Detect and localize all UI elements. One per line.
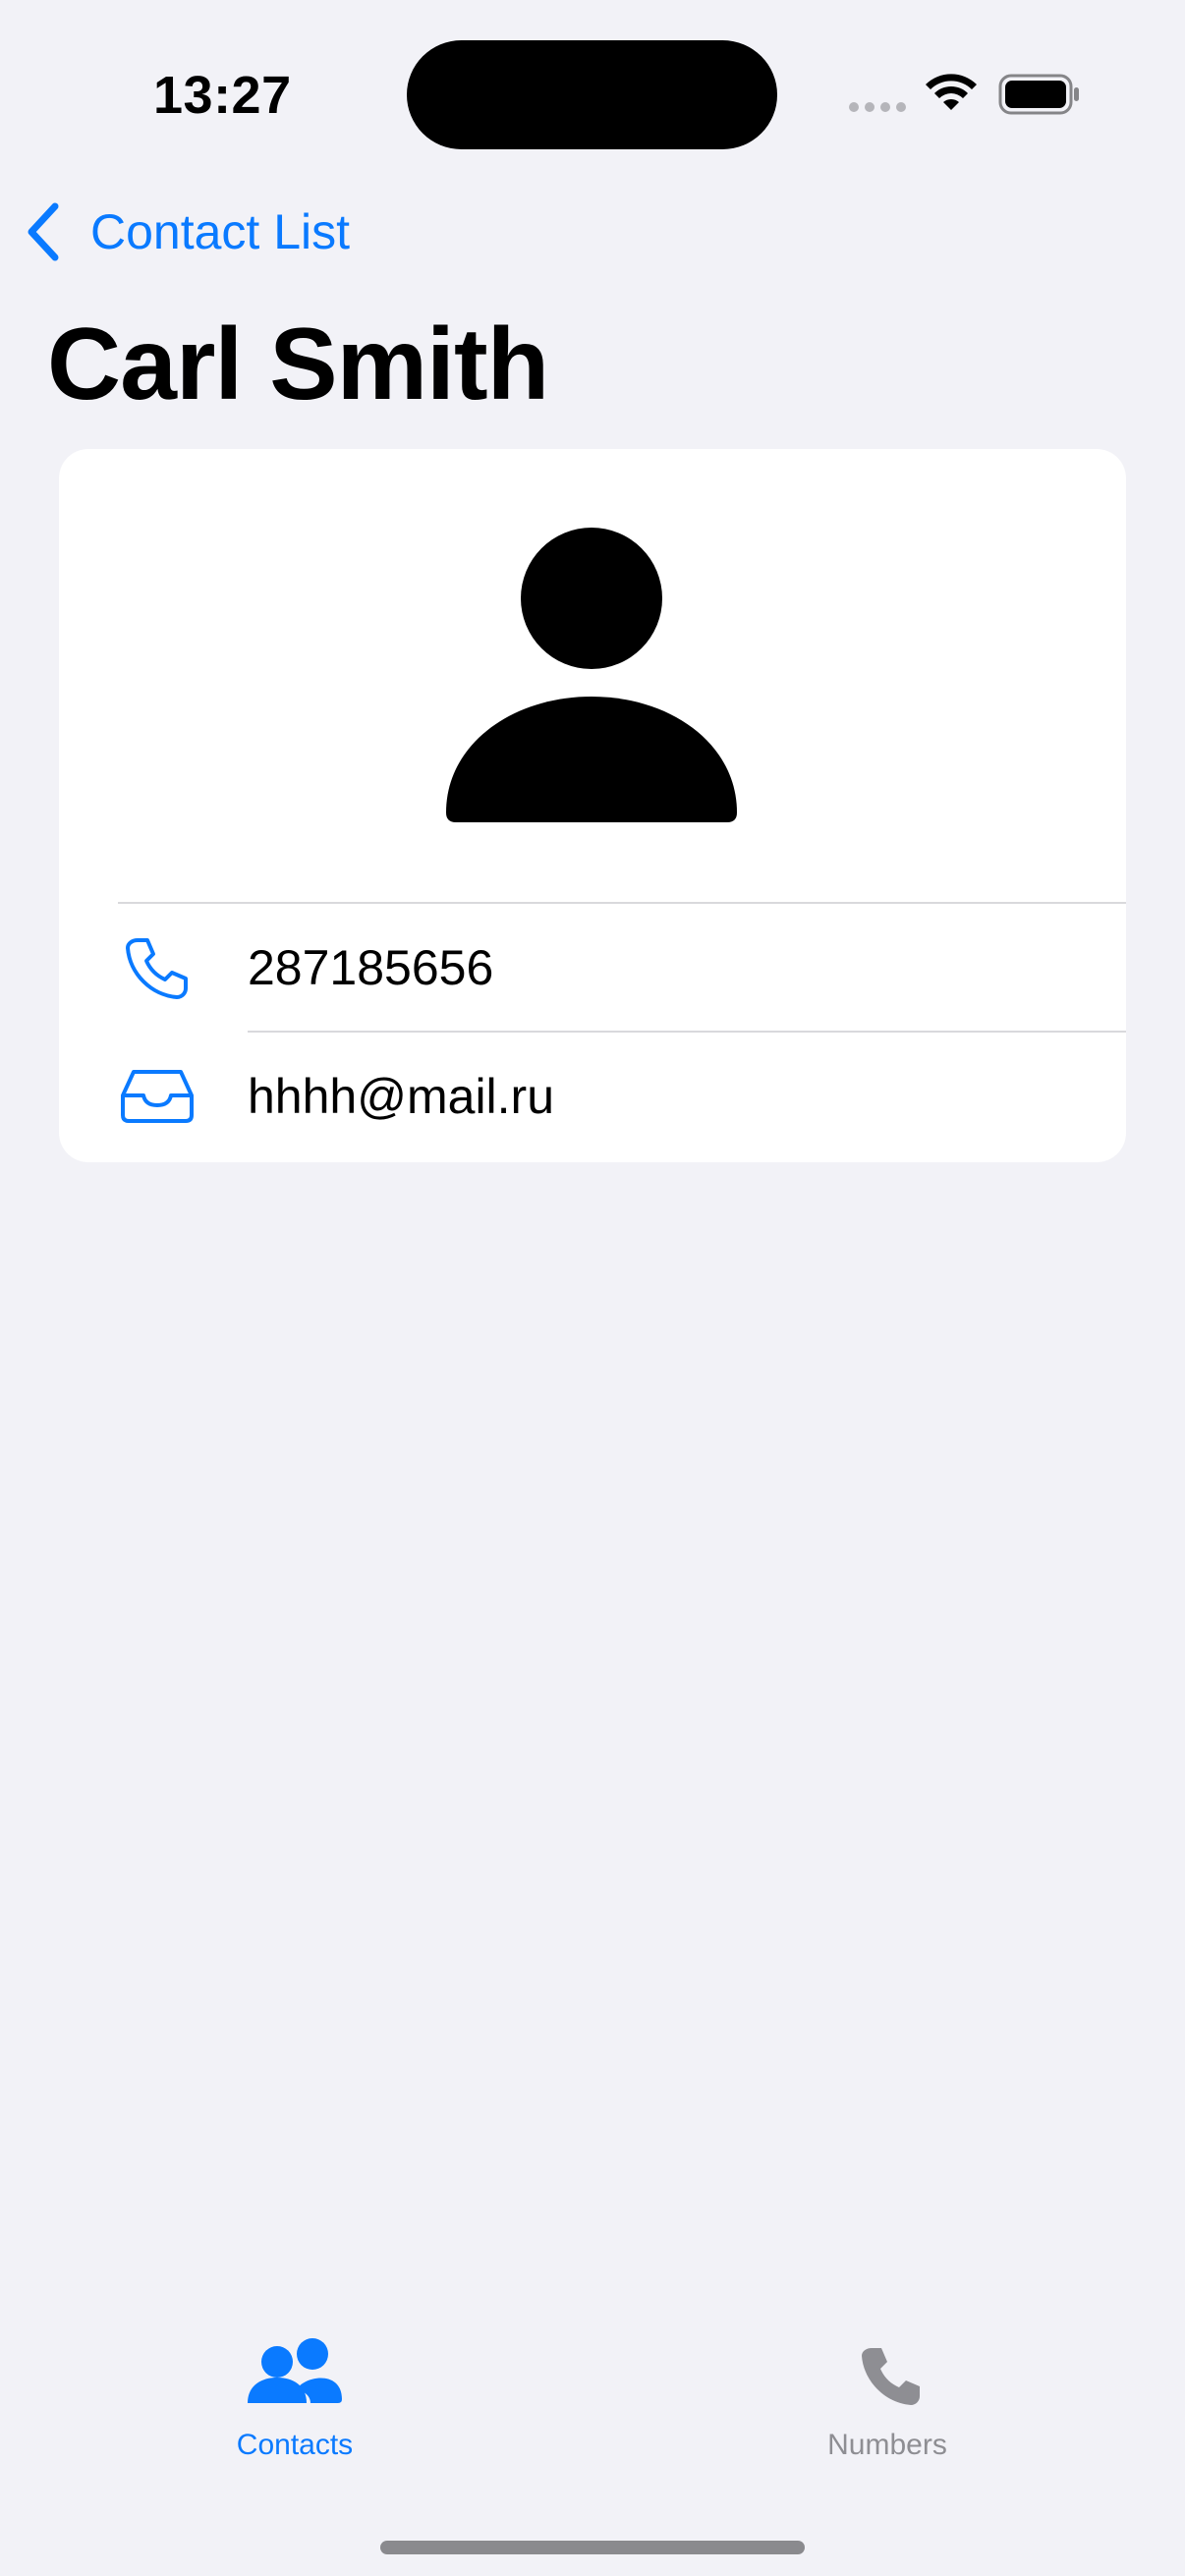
dynamic-island: [407, 40, 777, 149]
phone-icon: [126, 938, 188, 999]
phone-number: 287185656: [248, 940, 494, 995]
phone-icon: [862, 2348, 920, 2405]
tab-label: Numbers: [827, 2429, 947, 2461]
battery-icon: [998, 74, 1079, 115]
page-title: Carl Smith: [47, 308, 549, 421]
people-icon: [248, 2338, 342, 2403]
contact-detail-screen: 13:27 Contact List Carl Smith 287185656 …: [0, 0, 1185, 2576]
person-icon: [446, 528, 737, 822]
back-button[interactable]: Contact List: [24, 195, 350, 269]
tab-contacts[interactable]: Contacts: [177, 2338, 413, 2462]
phone-row[interactable]: 287185656: [59, 904, 1126, 1032]
email-row[interactable]: hhhh@mail.ru: [59, 1033, 1126, 1160]
tab-numbers[interactable]: Numbers: [769, 2338, 1005, 2462]
cellular-signal-icon: [849, 102, 906, 112]
contact-card: 287185656 hhhh@mail.ru: [59, 449, 1126, 1162]
back-label: Contact List: [90, 204, 351, 259]
tray-icon: [121, 1070, 194, 1123]
chevron-left-icon: [28, 202, 59, 261]
email-address: hhhh@mail.ru: [248, 1069, 555, 1124]
wifi-icon: [926, 74, 977, 110]
status-time: 13:27: [153, 66, 292, 125]
home-indicator[interactable]: [380, 2541, 805, 2554]
tab-label: Contacts: [236, 2429, 354, 2461]
